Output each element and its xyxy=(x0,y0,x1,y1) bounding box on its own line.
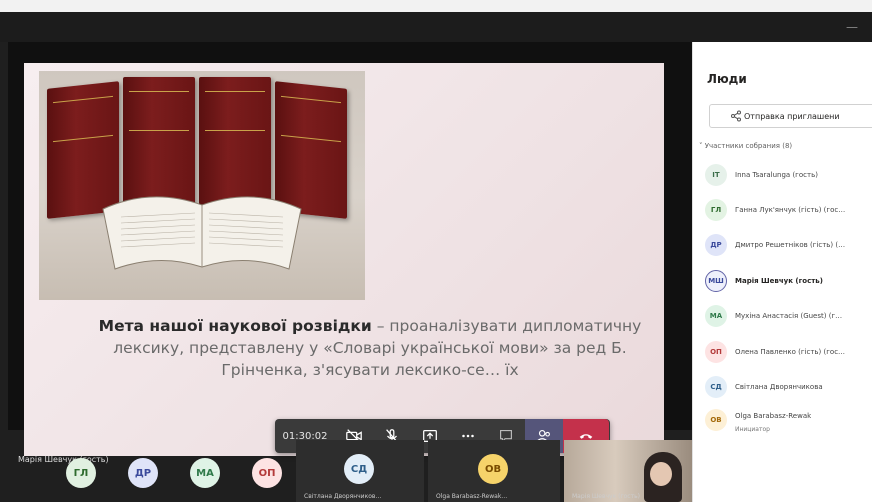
participants-section-header[interactable]: ˅ Участники собрания (8) xyxy=(699,142,792,150)
avatar-initials: ОВ xyxy=(710,416,722,424)
dictionary-photo xyxy=(39,71,365,300)
avatar-initials: ДР xyxy=(710,241,722,249)
participant-name: Марія Шевчук (гость) xyxy=(735,277,823,285)
avatar: IT xyxy=(705,164,727,186)
gallery-avatar[interactable]: ГЛ xyxy=(66,458,96,488)
slide-text: Мета нашої наукової розвідки – проаналіз… xyxy=(90,315,650,381)
share-invite-button[interactable]: Отправка приглашени xyxy=(709,104,872,128)
tile-name: Марія Шевчук (гость) xyxy=(572,493,640,500)
avatar-initials: МШ xyxy=(708,277,724,285)
avatar: ДР xyxy=(705,234,727,256)
participant-tile[interactable]: СД Світлана Дворянчиков… xyxy=(296,440,424,502)
gallery-initials: ГЛ xyxy=(73,467,89,479)
participant-row[interactable]: ГЛ Ганна Лук'янчук (гість) (гос… xyxy=(705,198,872,222)
avatar: СД xyxy=(705,376,727,398)
avatar-initials: ОП xyxy=(710,348,722,356)
title-bar: — xyxy=(0,12,872,42)
avatar-initials: СД xyxy=(710,383,722,391)
people-panel: Люди Отправка приглашени ˅ Участники соб… xyxy=(692,42,872,502)
avatar: МА xyxy=(705,305,727,327)
gallery-initials: ДР xyxy=(134,467,152,479)
participant-row[interactable]: ОВ Olga Barabasz-Rewak Инициатор xyxy=(705,408,872,433)
participant-row[interactable]: МА Мухіна Анастасія (Guest) (г… xyxy=(705,304,872,328)
open-book-image xyxy=(102,196,302,270)
participant-name: Inna Tsaralunga (гость) xyxy=(735,171,818,179)
avatar-initials: МА xyxy=(709,312,723,320)
tile-name: Світлана Дворянчиков… xyxy=(304,493,382,500)
share-icon xyxy=(731,110,741,122)
person-face xyxy=(650,462,672,486)
participant-tile[interactable]: ОВ Olga Barabasz-Rewak… xyxy=(428,440,560,502)
meeting-stage: Мета нашої наукової розвідки – проаналіз… xyxy=(8,42,692,464)
gallery-avatar: СД xyxy=(344,454,374,484)
participant-gallery: ГЛ ДР МА ОП СД Світлана Дворянчиков… ОВ … xyxy=(8,430,692,502)
panel-title: Люди xyxy=(707,72,747,86)
slide-text-bold: Мета нашої наукової розвідки xyxy=(98,317,372,335)
teams-window: — Мета нашої наукової розвідки – проанал… xyxy=(0,0,872,502)
tile-name: Olga Barabasz-Rewak… xyxy=(436,493,508,500)
organizer-label: Инициатор xyxy=(735,426,770,433)
avatar-initials: ГЛ xyxy=(710,206,722,214)
participant-name: Ганна Лук'янчук (гість) (гос… xyxy=(735,206,846,214)
gallery-initials: МА xyxy=(196,467,214,479)
participant-name: Мухіна Анастасія (Guest) (г… xyxy=(735,312,843,320)
avatar: ГЛ xyxy=(705,199,727,221)
participant-name: Світлана Дворянчикова xyxy=(735,383,823,391)
participant-row[interactable]: ОП Олена Павленко (гість) (гос… xyxy=(705,340,872,364)
shared-slide: Мета нашої наукової розвідки – проаналіз… xyxy=(24,63,664,456)
participant-name: Дмитро Решетніков (гість) (… xyxy=(735,241,846,249)
participant-row[interactable]: ДР Дмитро Решетніков (гість) (… xyxy=(705,233,872,257)
participant-row[interactable]: IT Inna Tsaralunga (гость) xyxy=(705,163,872,187)
participant-name: Olga Barabasz-Rewak xyxy=(735,412,812,420)
minimize-button[interactable]: — xyxy=(846,20,858,34)
share-invite-label: Отправка приглашени xyxy=(744,111,840,121)
video-tile[interactable]: Марія Шевчук (гость) xyxy=(564,440,692,502)
participant-row[interactable]: СД Світлана Дворянчикова xyxy=(705,375,872,399)
avatar: ОП xyxy=(705,341,727,363)
gallery-avatar[interactable]: ДР xyxy=(128,458,158,488)
gallery-initials: СД xyxy=(350,463,368,475)
gallery-initials: ОП xyxy=(258,467,276,479)
participant-row[interactable]: МШ Марія Шевчук (гость) xyxy=(705,269,872,293)
avatar-initials: IT xyxy=(712,171,720,179)
avatar: ОВ xyxy=(705,409,727,431)
avatar: МШ xyxy=(705,270,727,292)
gallery-avatar: ОВ xyxy=(478,454,508,484)
gallery-avatar[interactable]: МА xyxy=(190,458,220,488)
gallery-initials: ОВ xyxy=(484,463,502,475)
section-title-text: Участники собрания (8) xyxy=(704,142,793,150)
gallery-avatar[interactable]: ОП xyxy=(252,458,282,488)
participant-name: Олена Павленко (гість) (гос… xyxy=(735,348,846,356)
